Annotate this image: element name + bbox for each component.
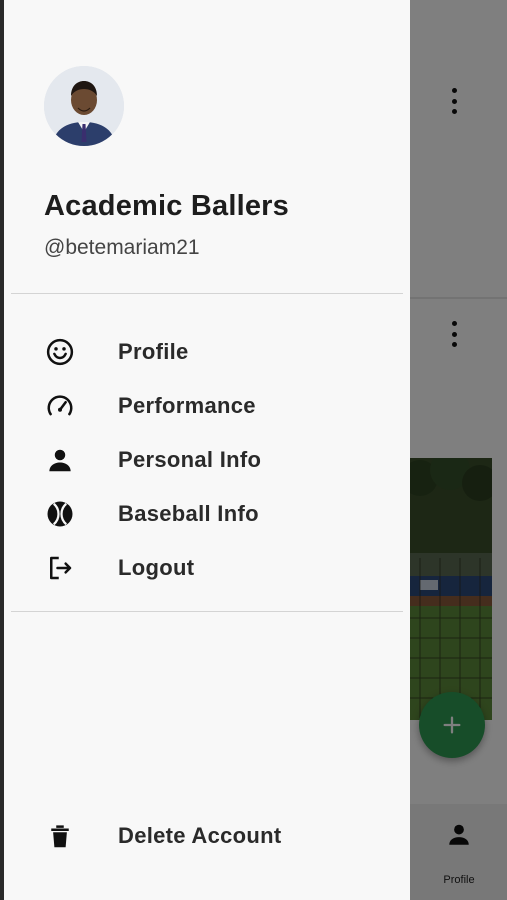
drawer-divider-bottom [11,611,403,612]
menu-item-label: Logout [118,555,195,580]
profile-handle: @betemariam21 [44,236,200,259]
menu-item-performance[interactable]: Performance [4,382,410,430]
logout-icon [44,552,76,584]
profile-name: Academic Ballers [44,190,289,222]
menu-item-delete-account[interactable]: Delete Account [4,812,410,860]
trash-icon [44,820,76,852]
menu-item-label: Baseball Info [118,501,259,526]
drawer-divider-top [11,293,403,294]
speedometer-icon [44,390,76,422]
menu-item-label: Personal Info [118,447,262,472]
menu-item-label: Performance [118,393,256,418]
menu-item-baseball-info[interactable]: Baseball Info [4,490,410,538]
menu-item-logout[interactable]: Logout [4,544,410,592]
person-icon [44,444,76,476]
avatar[interactable] [44,66,124,146]
screen-edge [0,0,4,900]
menu-item-label: Profile [118,339,189,364]
baseball-icon [44,498,76,530]
menu-item-label: Delete Account [118,823,282,848]
smiley-face-icon [44,336,76,368]
menu-item-profile[interactable]: Profile [4,328,410,376]
menu-item-personal-info[interactable]: Personal Info [4,436,410,484]
navigation-drawer: Academic Ballers @betemariam21 Profile P… [4,0,410,900]
